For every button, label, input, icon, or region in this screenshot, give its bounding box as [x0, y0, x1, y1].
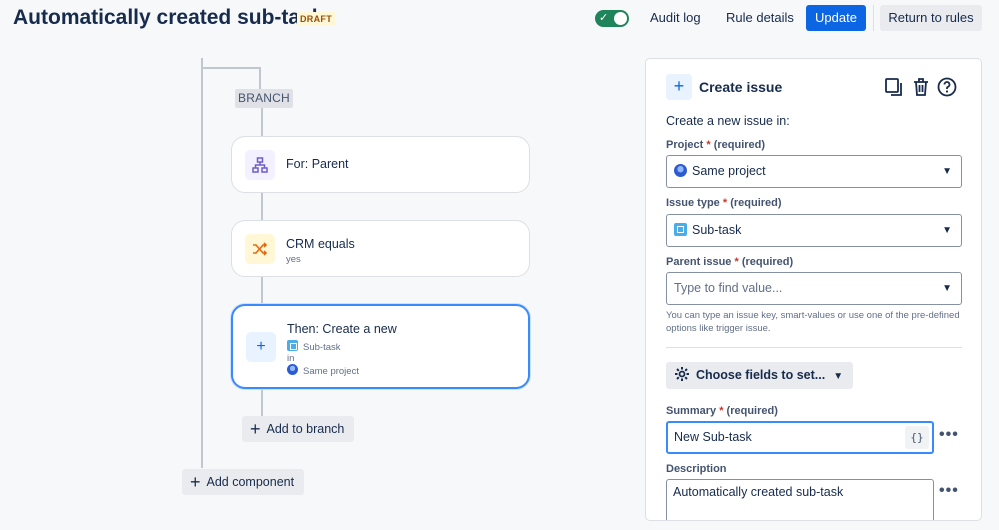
main-flow-line [201, 58, 203, 468]
input-value: Automatically created sub-task [673, 485, 844, 499]
audit-log-button[interactable]: Audit log [640, 5, 711, 31]
label-text: Parent issue [666, 256, 732, 268]
toggle-knob [614, 12, 627, 25]
project-avatar-icon [287, 364, 298, 375]
update-button[interactable]: Update [806, 5, 866, 31]
required-text: (required) [726, 405, 778, 417]
select-value: Sub-task [692, 223, 742, 237]
card-title: Then: Create a new [287, 322, 397, 336]
panel-title: Create issue [699, 79, 783, 95]
summary-label: Summary * (required) [666, 405, 778, 417]
select-value: Same project [692, 164, 766, 178]
shuffle-icon [245, 234, 275, 264]
add-component-button[interactable]: + Add component [182, 469, 305, 495]
description-input[interactable]: Automatically created sub-task [666, 479, 934, 520]
description-more-button[interactable]: ••• [939, 482, 959, 500]
button-label: Add to branch [266, 422, 345, 436]
description-label: Description [666, 463, 727, 475]
parent-issue-select[interactable]: Type to find value... ▼ [666, 272, 962, 305]
choose-fields-button[interactable]: Choose fields to set... ▼ [666, 362, 854, 389]
chevron-down-icon: ▼ [942, 283, 952, 294]
gear-icon [675, 367, 689, 381]
card-title: CRM equals [286, 237, 355, 251]
component-card-for-parent[interactable]: For: Parent [231, 136, 530, 193]
subtask-icon [287, 340, 298, 351]
plus-icon: + [246, 332, 276, 362]
component-card-create-issue[interactable]: + Then: Create a new Sub-task in Same pr… [231, 304, 530, 389]
required-asterisk: * [703, 139, 711, 151]
divider [873, 5, 874, 31]
chevron-down-icon: ▼ [942, 225, 952, 236]
project-label: Project * (required) [666, 139, 765, 151]
branch-connector-line [201, 67, 261, 69]
component-config-panel: + Create issue Create a new issue in: Pr… [645, 58, 982, 521]
issue-type-label: Issue type * (required) [666, 197, 782, 209]
label-text: Summary [666, 405, 717, 417]
input-value: New Sub-task [674, 430, 752, 444]
card-project: Same project [287, 364, 359, 377]
subtask-icon [674, 223, 687, 236]
chevron-down-icon: ▼ [833, 371, 844, 382]
check-icon: ✓ [599, 11, 609, 24]
summary-input[interactable]: New Sub-task {} [666, 421, 934, 454]
required-asterisk: * [716, 405, 724, 417]
card-title: For: Parent [286, 157, 349, 171]
project-select[interactable]: Same project ▼ [666, 155, 962, 188]
copy-icon[interactable] [884, 77, 904, 97]
plus-icon: + [666, 74, 692, 100]
return-to-rules-button[interactable]: Return to rules [880, 5, 982, 31]
branch-corner-line [259, 67, 261, 89]
required-text: (required) [730, 197, 782, 209]
parent-issue-help-text: You can type an issue key, smart-values … [666, 310, 960, 334]
project-text: Same project [303, 366, 359, 377]
trash-icon[interactable] [911, 77, 931, 97]
button-label: Choose fields to set... [696, 368, 826, 382]
branch-label: BRANCH [235, 89, 293, 108]
card-subtitle: yes [286, 254, 301, 265]
summary-more-button[interactable]: ••• [939, 426, 959, 444]
card-in-text: in [287, 353, 295, 364]
issue-type-text: Sub-task [303, 342, 341, 353]
smart-value-button[interactable]: {} [905, 426, 929, 449]
button-label: Add component [206, 475, 295, 489]
divider [666, 347, 962, 348]
plus-icon: + [250, 419, 261, 439]
required-asterisk: * [719, 197, 728, 209]
page-title: Automatically created sub-task [13, 6, 324, 29]
plus-icon: + [190, 472, 201, 492]
header: Automatically created sub-task DRAFT ✓ A… [0, 0, 999, 38]
help-icon[interactable] [937, 77, 957, 97]
label-text: Issue type [666, 197, 720, 209]
rule-enabled-toggle[interactable]: ✓ [595, 10, 629, 27]
project-avatar-icon [674, 164, 687, 177]
status-badge: DRAFT [297, 12, 335, 26]
chevron-down-icon: ▼ [942, 166, 952, 177]
rule-details-button[interactable]: Rule details [716, 5, 804, 31]
required-text: (required) [741, 256, 794, 268]
issue-type-select[interactable]: Sub-task ▼ [666, 214, 962, 247]
branch-hierarchy-icon [245, 150, 275, 180]
required-asterisk: * [731, 256, 739, 268]
intro-text: Create a new issue in: [666, 114, 790, 128]
add-to-branch-button[interactable]: + Add to branch [242, 416, 355, 442]
required-text: (required) [713, 139, 766, 151]
select-placeholder: Type to find value... [674, 281, 783, 295]
card-issue-type: Sub-task [287, 340, 341, 353]
parent-issue-label: Parent issue * (required) [666, 256, 793, 268]
label-text: Project [666, 139, 704, 151]
component-card-crm-equals[interactable]: CRM equals yes [231, 220, 530, 277]
